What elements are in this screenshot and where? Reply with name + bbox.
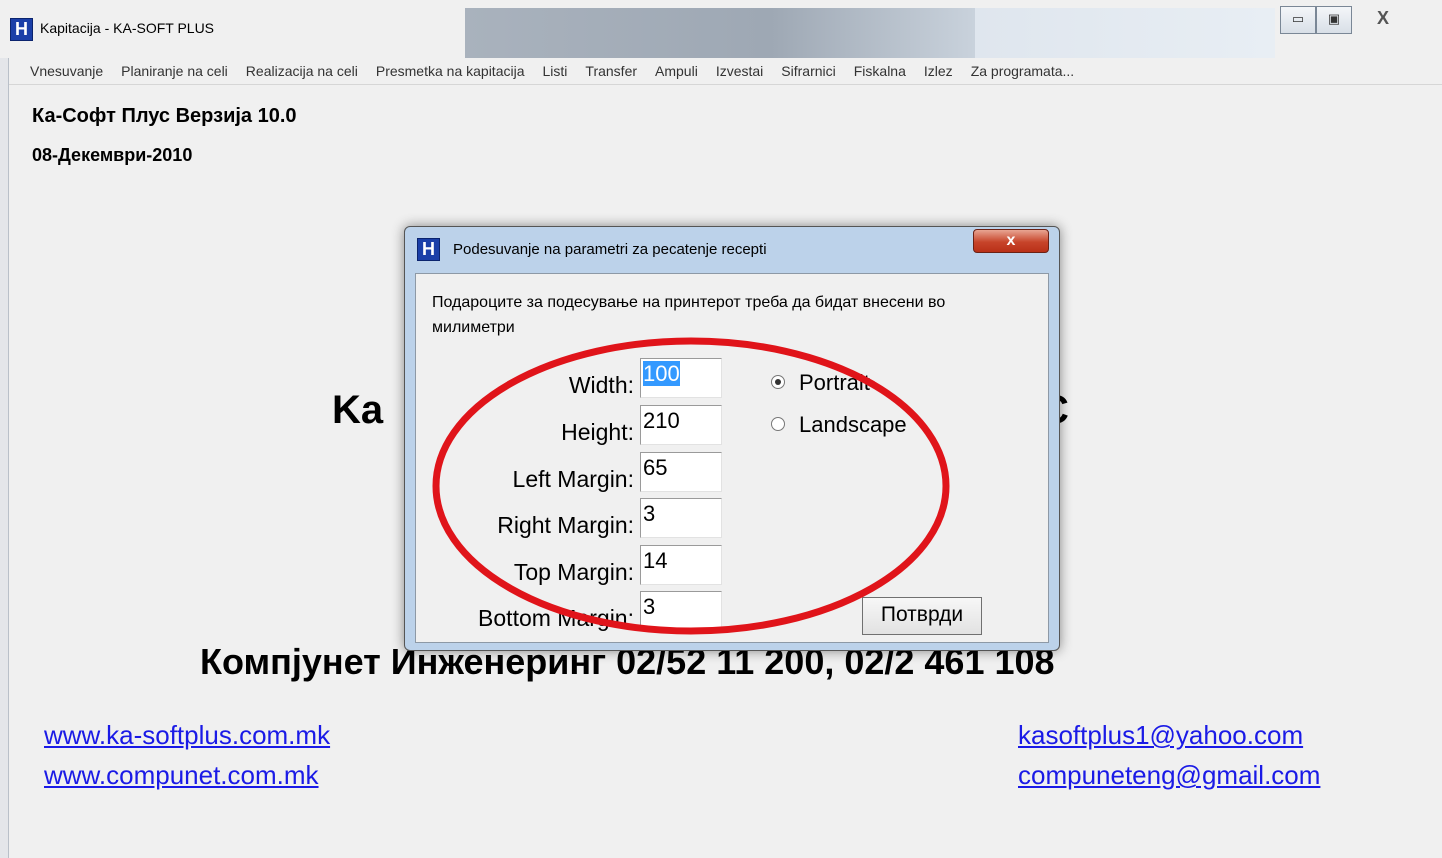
title-bar: H Kapitacija - KA-SOFT PLUS ▭ ▣ X <box>0 0 1442 58</box>
website-link-compunet[interactable]: www.compunet.com.mk <box>44 760 319 791</box>
width-label: Width: <box>568 372 634 398</box>
confirm-button[interactable]: Потврди <box>862 597 982 635</box>
date-label: 08-Декември-2010 <box>32 145 193 165</box>
dialog-instructions: Подароците за подесување на принтерот тр… <box>432 294 946 336</box>
bottom-margin-label: Bottom Margin: <box>478 605 634 631</box>
menu-listi[interactable]: Listi <box>534 63 577 79</box>
radio-selected-icon <box>771 375 785 390</box>
dialog-title: Podesuvanje na parametri za pecatenje re… <box>453 241 767 258</box>
menu-vnesuvanje[interactable]: Vnesuvanje <box>0 63 112 79</box>
email-link-gmail[interactable]: compuneteng@gmail.com <box>1018 760 1320 791</box>
email-link-yahoo[interactable]: kasoftplus1@yahoo.com <box>1018 720 1303 751</box>
top-margin-label: Top Margin: <box>513 559 634 585</box>
menu-realizacija[interactable]: Realizacija na celi <box>237 63 367 79</box>
bottom-margin-field[interactable]: 3 <box>640 591 722 631</box>
window-left-border <box>0 58 9 858</box>
window-title: Kapitacija - KA-SOFT PLUS <box>40 20 215 36</box>
right-margin-label: Right Margin: <box>497 512 634 538</box>
menu-planiranje[interactable]: Planiranje na celi <box>112 63 237 79</box>
dialog-close-button[interactable]: x <box>973 229 1049 253</box>
radio-unselected-icon <box>771 417 785 432</box>
landscape-radio[interactable]: Landscape <box>771 412 907 438</box>
portrait-radio[interactable]: Portrait <box>771 370 870 396</box>
dialog-app-icon: H <box>417 238 440 261</box>
print-settings-dialog: H Podesuvanje na parametri za pecatenje … <box>404 226 1060 651</box>
portrait-label: Portrait <box>799 370 870 395</box>
right-margin-field[interactable]: 3 <box>640 498 722 538</box>
menu-za-programata[interactable]: Za programata... <box>962 63 1084 79</box>
menu-izvestai[interactable]: Izvestai <box>707 63 772 79</box>
maximize-button[interactable]: ▣ <box>1316 6 1352 34</box>
close-button[interactable]: X <box>1352 6 1414 32</box>
menu-izlez[interactable]: Izlez <box>915 63 962 79</box>
menu-fiskalna[interactable]: Fiskalna <box>845 63 915 79</box>
minimize-button[interactable]: ▭ <box>1280 6 1316 34</box>
menu-ampuli[interactable]: Ampuli <box>646 63 707 79</box>
height-field[interactable]: 210 <box>640 405 722 445</box>
blurred-taskbar-region-2 <box>975 8 1275 58</box>
big-title-left: Ka <box>332 388 384 432</box>
menu-transfer[interactable]: Transfer <box>576 63 646 79</box>
width-value: 100 <box>643 361 680 386</box>
website-link-ka-softplus[interactable]: www.ka-softplus.com.mk <box>44 720 330 751</box>
left-margin-label: Left Margin: <box>512 466 634 492</box>
blurred-taskbar-region <box>465 8 975 58</box>
top-margin-field[interactable]: 14 <box>640 545 722 585</box>
height-label: Height: <box>561 419 634 445</box>
app-icon: H <box>10 18 33 41</box>
left-margin-field[interactable]: 65 <box>640 452 722 492</box>
menu-presmetka[interactable]: Presmetka na kapitacija <box>367 63 534 79</box>
menu-sifrarnici[interactable]: Sifrarnici <box>772 63 844 79</box>
dialog-body: Подароците за подесување на принтерот тр… <box>415 273 1049 643</box>
landscape-label: Landscape <box>799 412 907 437</box>
menu-bar: Vnesuvanje Planiranje na celi Realizacij… <box>0 58 1442 85</box>
version-label: Ка-Софт Плус Верзија 10.0 <box>32 105 297 127</box>
width-field[interactable]: 100 <box>640 358 722 398</box>
